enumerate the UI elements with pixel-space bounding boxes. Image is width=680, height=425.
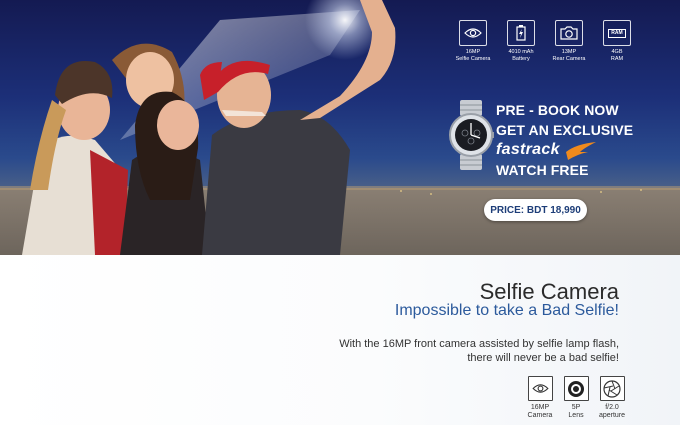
ram-chip-text: RAM xyxy=(608,28,626,38)
badge-name: aperture xyxy=(598,412,626,419)
spec-battery: 4010 mAh Battery xyxy=(503,20,539,62)
spec-icons-row: 16MP Selfie Camera 4010 mAh Battery 13MP Re… xyxy=(455,20,635,62)
badge-value: f/2.0 xyxy=(605,404,619,411)
badge-value: 16MP xyxy=(530,404,550,411)
aperture-icon xyxy=(599,376,625,401)
spec-value: 4GB xyxy=(611,49,623,55)
spec-selfie-camera: 16MP Selfie Camera xyxy=(455,20,491,62)
spec-ram: RAM 4GB RAM xyxy=(599,20,635,62)
promo-text: PRE - BOOK NOW GET AN EXCLUSIVE fastrack… xyxy=(496,100,666,180)
promo-line-prebook: PRE - BOOK NOW xyxy=(496,102,619,118)
watch-image xyxy=(449,100,494,170)
spec-name: Selfie Camera xyxy=(455,55,491,62)
badge-name: Camera xyxy=(527,412,553,419)
feature-description: With the 16MP front camera assisted by s… xyxy=(299,337,619,365)
eye-camera-icon xyxy=(527,376,553,401)
spec-name: Rear Camera xyxy=(552,55,586,62)
hero-banner: 16MP Selfie Camera 4010 mAh Battery 13MP Re… xyxy=(0,0,680,255)
camera-badges-row: 16MP Camera 5P Lens f/2.0 aperture xyxy=(527,376,625,420)
spec-name: RAM xyxy=(610,55,624,62)
feature-section: Selfie Camera Impossible to take a Bad S… xyxy=(0,255,680,425)
spec-rear-camera: 13MP Rear Camera xyxy=(551,20,587,62)
battery-icon xyxy=(507,20,535,46)
badge-camera: 16MP Camera xyxy=(527,376,553,420)
badge-lens: 5P Lens xyxy=(563,376,589,420)
brand-arrow-icon xyxy=(565,142,596,160)
brand-row: fastrack xyxy=(496,140,666,160)
brand-logo-text: fastrack xyxy=(496,141,560,158)
lens-icon xyxy=(563,376,589,401)
spec-value: 4010 mAh xyxy=(508,49,534,55)
feature-subtitle: Impossible to take a Bad Selfie! xyxy=(394,302,619,319)
price-badge[interactable]: PRICE: BDT 18,990 xyxy=(484,199,587,221)
feature-description-line: there will never be a bad selfie! xyxy=(467,352,619,364)
feature-description-line: With the 16MP front camera assisted by s… xyxy=(339,338,619,350)
ram-chip-icon: RAM xyxy=(603,20,631,46)
badge-value: 5P xyxy=(571,404,581,411)
badge-name: Lens xyxy=(568,412,584,419)
promo-line-exclusive: GET AN EXCLUSIVE xyxy=(496,122,634,138)
camera-icon xyxy=(555,20,583,46)
promo-line-watch-free: WATCH FREE xyxy=(496,162,589,178)
eye-camera-icon xyxy=(459,20,487,46)
badge-aperture: f/2.0 aperture xyxy=(599,376,625,420)
spec-name: Battery xyxy=(512,55,530,62)
